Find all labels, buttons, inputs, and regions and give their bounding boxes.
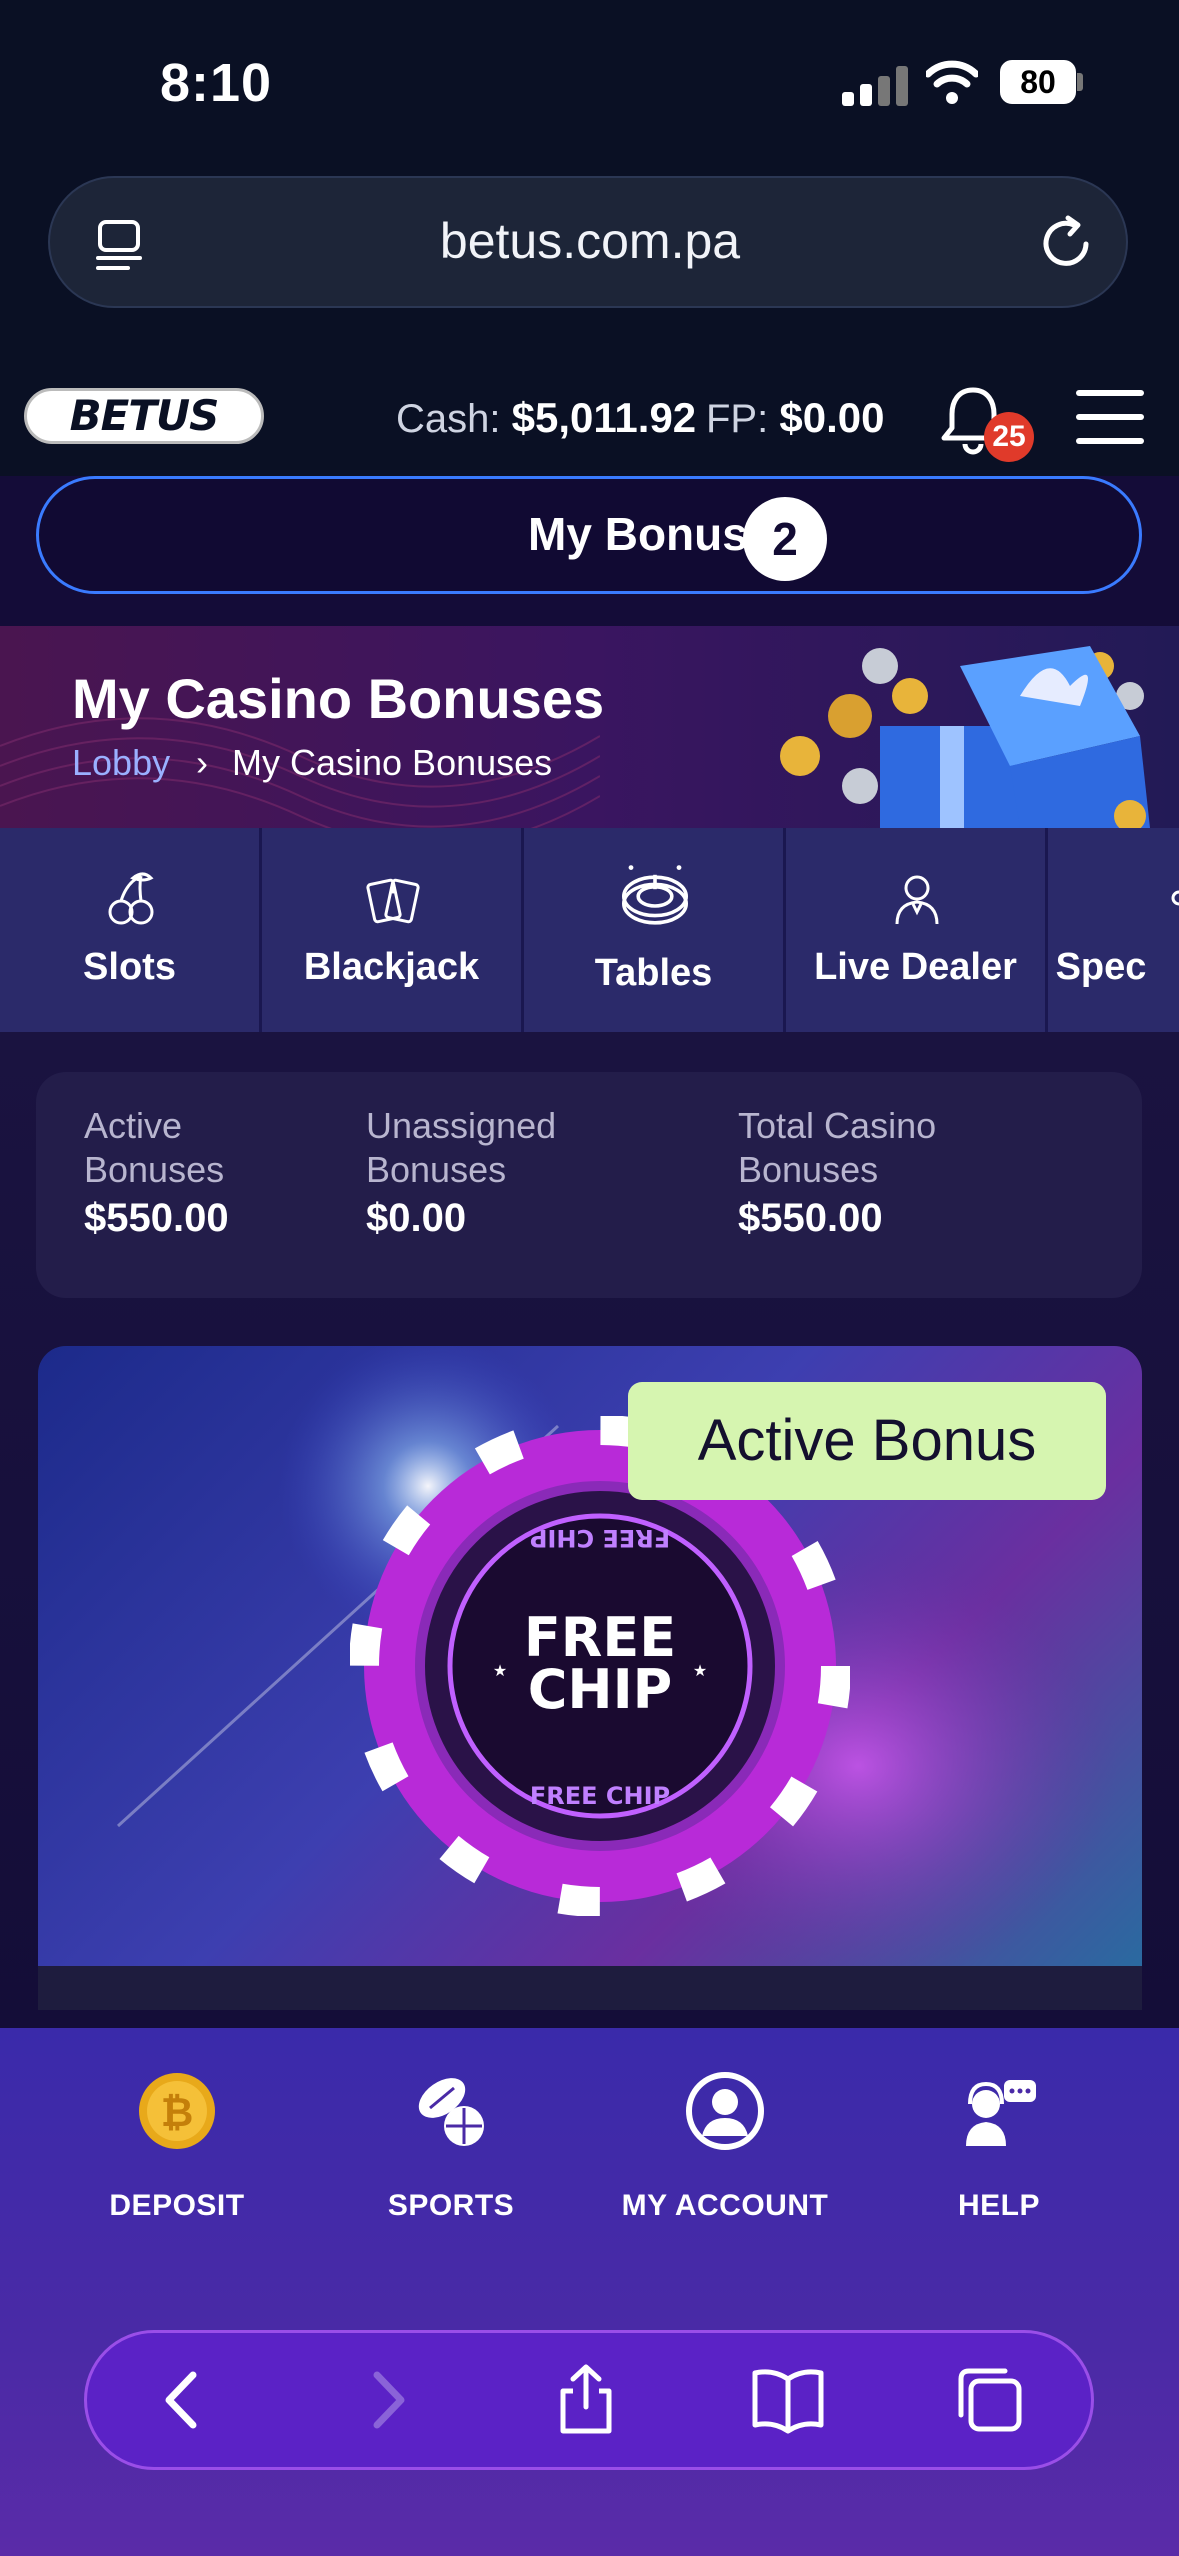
active-bonus-card[interactable]: FREE CHIP FREE CHIP FREE CHIP ★ ★ Active… (38, 1346, 1142, 2010)
nav-label: MY ACCOUNT (621, 2189, 829, 2222)
notification-badge: 25 (984, 412, 1034, 462)
tab-specialty[interactable]: Spec (1048, 828, 1179, 1032)
status-bar: 8:10 80 (0, 0, 1179, 170)
fp-label: FP: (706, 397, 769, 441)
cards-icon (366, 878, 420, 924)
nav-help[interactable]: HELP (854, 2068, 1144, 2223)
my-bonuses-label: My Bonuses (528, 508, 799, 560)
free-play-balance: FP: $0.00 (706, 394, 884, 442)
fp-value: $0.00 (779, 394, 885, 441)
chip-ring-text-top: FREE CHIP (530, 1524, 670, 1552)
svg-text:★: ★ (693, 1661, 707, 1680)
tab-label: Blackjack (303, 946, 480, 988)
cash-label: Cash: (396, 397, 501, 441)
bookmarks-icon[interactable] (751, 2363, 825, 2437)
total-casino-bonuses-value: $550.00 (738, 1196, 883, 1240)
specialty-icon (1171, 890, 1179, 906)
bonus-count-badge: 2 (743, 497, 827, 581)
active-bonus-badge: Active Bonus (628, 1382, 1106, 1500)
nav-label: HELP (957, 2189, 1040, 2222)
share-icon[interactable] (549, 2363, 623, 2437)
url-text[interactable]: betus.com.pa (50, 212, 1130, 270)
nav-label: SPORTS (387, 2189, 515, 2222)
casino-bonuses-banner: My Casino Bonuses Lobby › My Casino Bonu… (0, 626, 1179, 828)
address-bar[interactable]: betus.com.pa (48, 176, 1128, 308)
chip-ring-text: FREE CHIP (530, 1782, 670, 1810)
hamburger-menu-icon[interactable] (1076, 390, 1144, 444)
unassigned-bonuses-value: $0.00 (366, 1196, 467, 1240)
active-bonuses-label: Active Bonuses (84, 1105, 225, 1190)
sports-balls-icon (418, 2078, 484, 2146)
breadcrumb-chevron-icon: › (196, 742, 208, 783)
unassigned-bonuses-label: Unassigned Bonuses (366, 1105, 557, 1190)
tab-blackjack[interactable]: Blackjack (262, 828, 524, 1032)
bottom-navigation: ₿ DEPOSIT SPORTS MY ACCOUNT HELP (0, 2028, 1179, 2556)
cherries-icon (108, 872, 154, 925)
tab-label: Slots (83, 946, 176, 988)
chip-text-chip: CHIP (528, 1658, 673, 1721)
total-casino-bonuses-label: Total Casino Bonuses (738, 1105, 937, 1190)
back-icon[interactable] (147, 2363, 221, 2437)
site-header: BETUS Cash: $5,011.92 FP: $0.00 25 (0, 340, 1179, 480)
svg-text:★: ★ (493, 1661, 507, 1680)
nav-label: DEPOSIT (109, 2189, 245, 2222)
breadcrumb-current: My Casino Bonuses (232, 742, 553, 783)
browser-toolbar (84, 2330, 1094, 2470)
cash-value: $5,011.92 (511, 394, 697, 441)
nav-deposit[interactable]: ₿ DEPOSIT (32, 2068, 322, 2223)
roulette-icon (622, 865, 688, 925)
account-icon (686, 2072, 764, 2150)
svg-text:₿: ₿ (161, 2090, 194, 2136)
battery-tip (1077, 73, 1083, 91)
forward-icon[interactable] (349, 2363, 423, 2437)
nav-sports[interactable]: SPORTS (306, 2068, 596, 2223)
nav-my-account[interactable]: MY ACCOUNT (580, 2068, 870, 2223)
my-bonuses-section: My Bonuses 2 (0, 476, 1179, 626)
bonus-stats-panel: Active Bonuses $550.00 Unassigned Bonuse… (36, 1072, 1142, 1298)
betus-logo[interactable]: BETUS (24, 388, 264, 444)
my-bonuses-button[interactable]: My Bonuses 2 (36, 476, 1142, 594)
tab-tables[interactable]: Tables (524, 828, 786, 1032)
dealer-icon (895, 875, 939, 925)
breadcrumb-lobby-link[interactable]: Lobby (72, 742, 170, 784)
tab-label: Tables (594, 952, 713, 994)
casino-category-tabs: Slots Blackjack Tables Live Dealer Spec (0, 828, 1179, 1032)
status-time: 8:10 (160, 53, 273, 113)
battery-icon: 80 (1000, 60, 1076, 104)
gift-box-coins-icon (780, 646, 1150, 828)
tabs-icon[interactable] (953, 2363, 1027, 2437)
page-title: My Casino Bonuses (72, 667, 605, 730)
main-content: Active Bonuses $550.00 Unassigned Bonuse… (0, 1032, 1179, 2028)
wifi-icon (926, 60, 978, 104)
active-bonuses-value: $550.00 (84, 1196, 229, 1240)
cash-balance: Cash: $5,011.92 (396, 394, 696, 442)
bitcoin-icon: ₿ (139, 2073, 215, 2149)
tab-live-dealer[interactable]: Live Dealer (786, 828, 1048, 1032)
tab-label: Spec (1055, 946, 1147, 988)
cellular-signal-icon (842, 66, 908, 106)
reload-icon[interactable] (1038, 214, 1096, 272)
tab-slots[interactable]: Slots (0, 828, 262, 1032)
support-agent-icon (966, 2080, 1036, 2146)
